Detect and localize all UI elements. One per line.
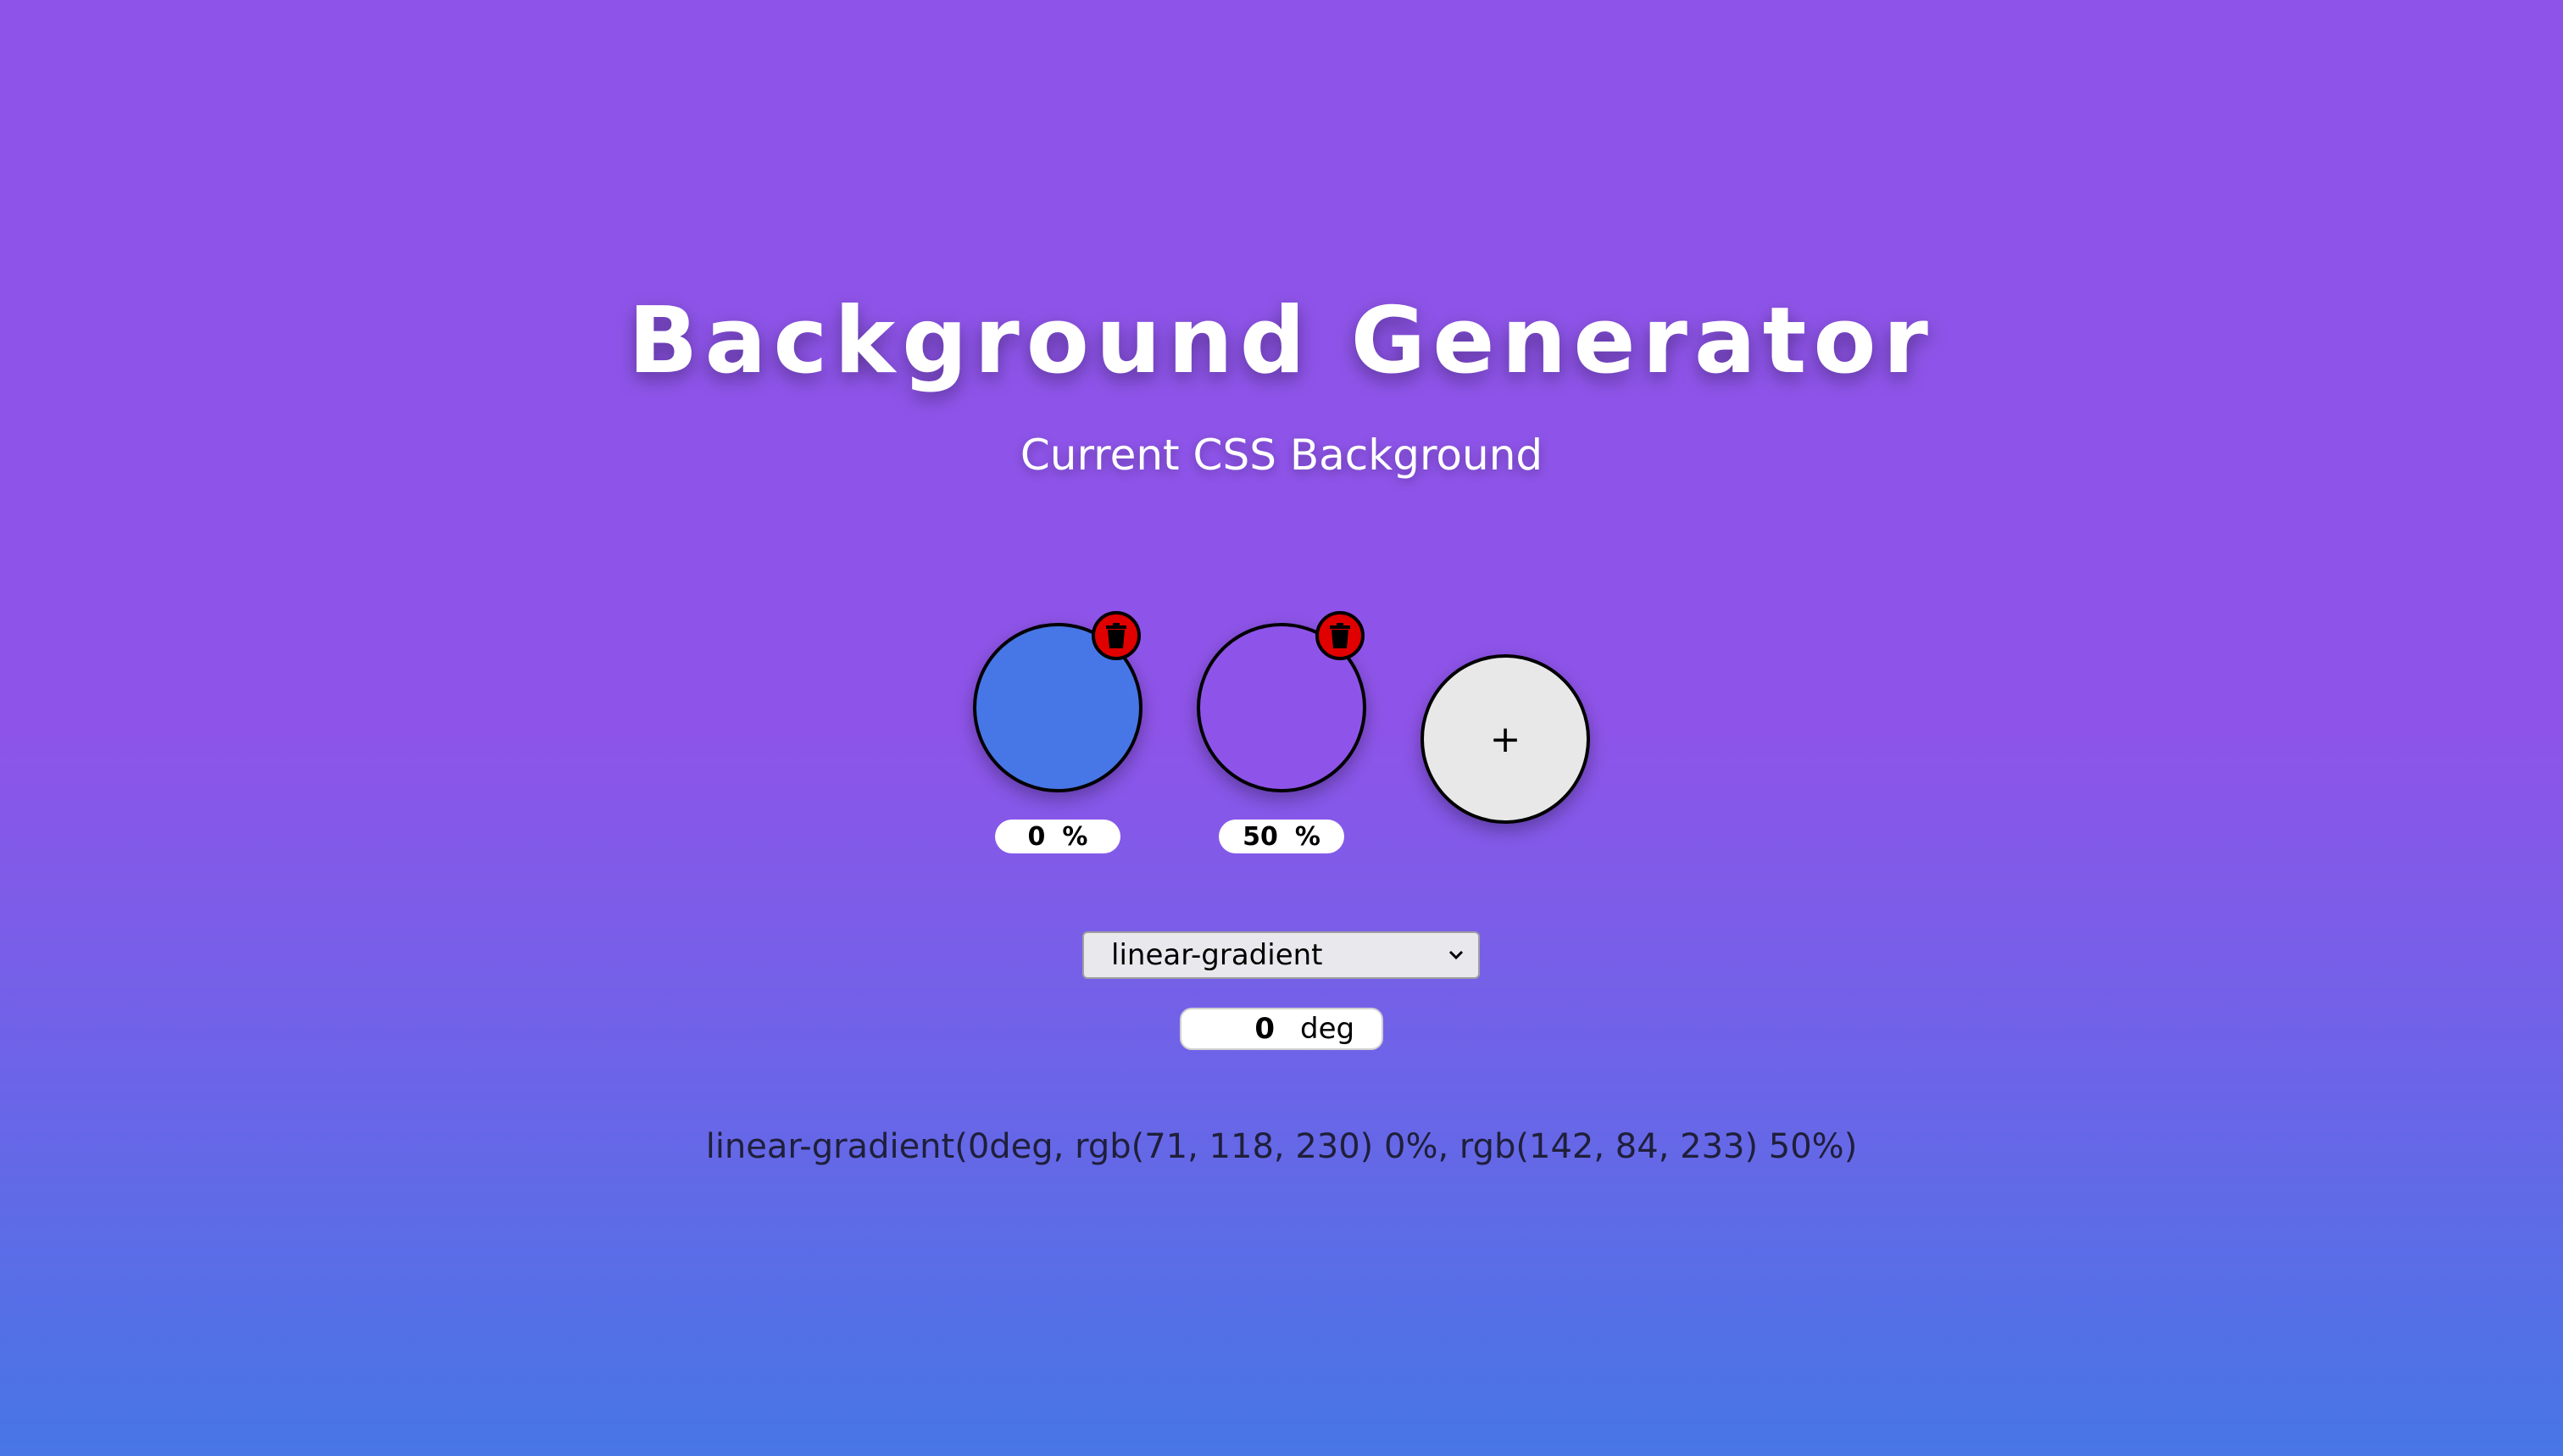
delete-stop-button[interactable] — [1092, 611, 1141, 660]
gradient-type-select[interactable]: linear-gradient — [1082, 931, 1480, 979]
percent-unit: % — [1294, 821, 1320, 852]
stop-position-field[interactable]: 0 % — [995, 820, 1120, 853]
trash-icon — [1330, 623, 1350, 648]
gradient-type-value: linear-gradient — [1111, 938, 1323, 972]
angle-value: 0 — [1254, 1012, 1275, 1046]
css-output-text: linear-gradient(0deg, rgb(71, 118, 230) … — [705, 1127, 1858, 1166]
delete-stop-button[interactable] — [1315, 611, 1365, 660]
chevron-down-icon — [1448, 950, 1464, 960]
trash-icon — [1106, 623, 1126, 648]
angle-unit: deg — [1300, 1012, 1355, 1046]
stop-position-field[interactable]: 50 % — [1219, 820, 1344, 853]
page-title: Background Generator — [628, 288, 1935, 394]
stop-position-value: 50 — [1243, 821, 1278, 852]
angle-input[interactable]: 0 deg — [1180, 1008, 1383, 1050]
percent-unit: % — [1062, 821, 1088, 852]
page-subtitle: Current CSS Background — [1020, 431, 1543, 480]
plus-label: + — [1489, 717, 1521, 761]
stop-position-value: 0 — [1027, 821, 1046, 852]
add-stop-button[interactable]: + — [1420, 654, 1590, 824]
